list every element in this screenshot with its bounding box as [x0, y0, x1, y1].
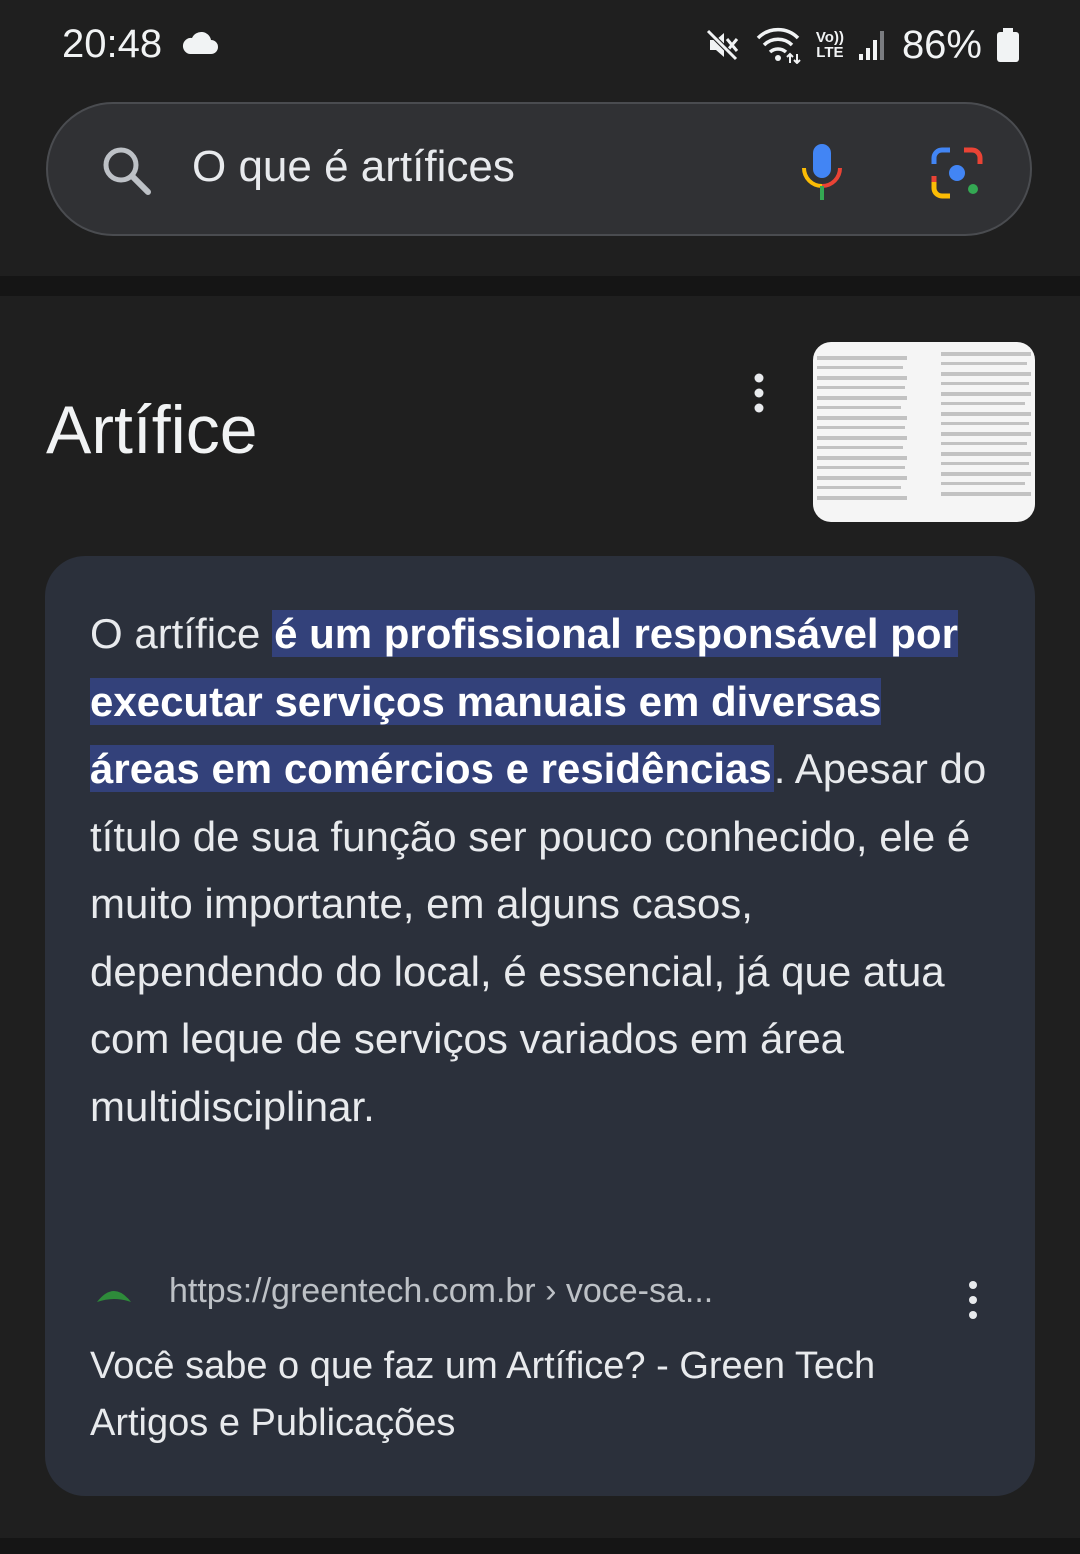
result-thumbnail[interactable]: [813, 342, 1035, 522]
search-bar[interactable]: O que é artífices: [46, 102, 1032, 236]
source-more-options-icon[interactable]: [963, 1280, 983, 1320]
search-icon[interactable]: [100, 144, 152, 196]
signal-icon: [858, 31, 884, 60]
battery-level: 86%: [901, 22, 982, 67]
more-options-icon[interactable]: [748, 372, 770, 416]
source-url[interactable]: https://greentech.com.br › voce-sa...: [169, 1272, 713, 1311]
section-divider: [0, 276, 1080, 296]
site-favicon-icon: [97, 1291, 131, 1302]
result-title: Artífice: [46, 391, 258, 468]
battery-icon: [997, 28, 1019, 62]
search-input[interactable]: O que é artífices: [192, 142, 515, 192]
snippet-after: . Apesar do título de sua função ser pou…: [90, 745, 987, 1130]
snippet-text: O artífice é um profissional responsável…: [90, 600, 990, 1140]
wifi-icon: [756, 27, 801, 64]
cloud-icon: [182, 31, 218, 54]
volte-bottom-label: LTE: [816, 44, 844, 61]
status-bar: 20:48 Vo)) LTE 86%: [0, 0, 1080, 90]
volte-icon: Vo)) LTE: [816, 30, 844, 60]
bottom-divider: [0, 1538, 1080, 1554]
volte-top-label: Vo)): [815, 29, 844, 46]
mic-icon[interactable]: [800, 142, 844, 202]
source-title-link[interactable]: Você sabe o que faz um Artífice? - Green…: [90, 1338, 970, 1452]
mute-icon: [706, 29, 739, 61]
snippet-before: O artífice: [90, 610, 273, 657]
featured-snippet-card: O artífice é um profissional responsável…: [45, 556, 1035, 1496]
lens-icon[interactable]: [930, 146, 984, 200]
status-right: Vo)) LTE 86%: [704, 22, 1020, 68]
status-time: 20:48: [62, 22, 163, 66]
